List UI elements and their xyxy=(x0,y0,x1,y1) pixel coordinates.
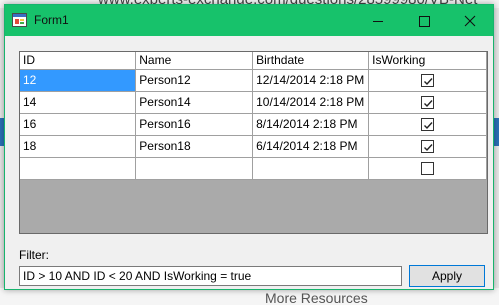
new-row-cell-name[interactable] xyxy=(135,157,254,180)
checkbox-checked-icon[interactable] xyxy=(421,74,435,88)
minimize-icon xyxy=(373,21,383,22)
form-window: Form1 ID Name Birthdate IsWorking 12 Per… xyxy=(4,4,494,290)
new-row-cell-isworking[interactable] xyxy=(368,157,487,180)
table-row[interactable]: 14 Person14 10/14/2014 2:18 PM xyxy=(20,91,487,114)
checkbox-unchecked-icon[interactable] xyxy=(421,162,435,176)
filter-input[interactable] xyxy=(19,266,402,286)
filter-label: Filter: xyxy=(19,248,49,262)
apply-button[interactable]: Apply xyxy=(409,265,485,287)
data-grid[interactable]: ID Name Birthdate IsWorking 12 Person12 … xyxy=(19,51,488,234)
maximize-button[interactable] xyxy=(401,5,447,36)
browser-bottom-background xyxy=(0,288,499,305)
new-row-cell-birthdate[interactable] xyxy=(252,157,370,180)
table-row[interactable]: 18 Person18 6/14/2014 2:18 PM xyxy=(20,135,487,158)
cell-name[interactable]: Person12 xyxy=(135,69,254,92)
data-grid-table: ID Name Birthdate IsWorking 12 Person12 … xyxy=(20,52,487,180)
cell-id[interactable]: 16 xyxy=(20,113,137,136)
cell-id[interactable]: 18 xyxy=(20,135,137,158)
maximize-icon xyxy=(419,16,430,27)
cell-birthdate[interactable]: 10/14/2014 2:18 PM xyxy=(252,91,370,114)
table-row[interactable]: 16 Person16 8/14/2014 2:18 PM xyxy=(20,113,487,136)
grid-header-row: ID Name Birthdate IsWorking xyxy=(20,52,487,70)
cell-id[interactable]: 14 xyxy=(20,91,137,114)
new-row[interactable] xyxy=(20,157,487,180)
cell-name[interactable]: Person18 xyxy=(135,135,254,158)
checkbox-checked-icon[interactable] xyxy=(421,140,435,154)
checkbox-checked-icon[interactable] xyxy=(421,96,435,110)
cell-birthdate[interactable]: 8/14/2014 2:18 PM xyxy=(252,113,370,136)
browser-more-resources-text: More Resources xyxy=(265,290,368,306)
column-header-name[interactable]: Name xyxy=(135,52,254,70)
title-bar[interactable]: Form1 xyxy=(5,5,493,36)
cell-isworking[interactable] xyxy=(368,113,487,136)
cell-name[interactable]: Person14 xyxy=(135,91,254,114)
cell-isworking[interactable] xyxy=(368,69,487,92)
cell-id[interactable]: 12 xyxy=(20,69,137,92)
window-title: Form1 xyxy=(34,13,69,27)
column-header-birthdate[interactable]: Birthdate xyxy=(252,52,370,70)
table-row[interactable]: 12 Person12 12/14/2014 2:18 PM xyxy=(20,69,487,92)
cell-birthdate[interactable]: 12/14/2014 2:18 PM xyxy=(252,69,370,92)
cell-name[interactable]: Person16 xyxy=(135,113,254,136)
checkbox-checked-icon[interactable] xyxy=(421,118,435,132)
cell-birthdate[interactable]: 6/14/2014 2:18 PM xyxy=(252,135,370,158)
minimize-button[interactable] xyxy=(355,5,401,36)
column-header-isworking[interactable]: IsWorking xyxy=(368,52,487,70)
column-header-id[interactable]: ID xyxy=(20,52,137,70)
winforms-app-icon xyxy=(12,13,27,27)
new-row-cell-id[interactable] xyxy=(20,157,137,180)
close-button[interactable] xyxy=(447,5,493,36)
cell-isworking[interactable] xyxy=(368,135,487,158)
cell-isworking[interactable] xyxy=(368,91,487,114)
close-icon xyxy=(464,15,476,27)
